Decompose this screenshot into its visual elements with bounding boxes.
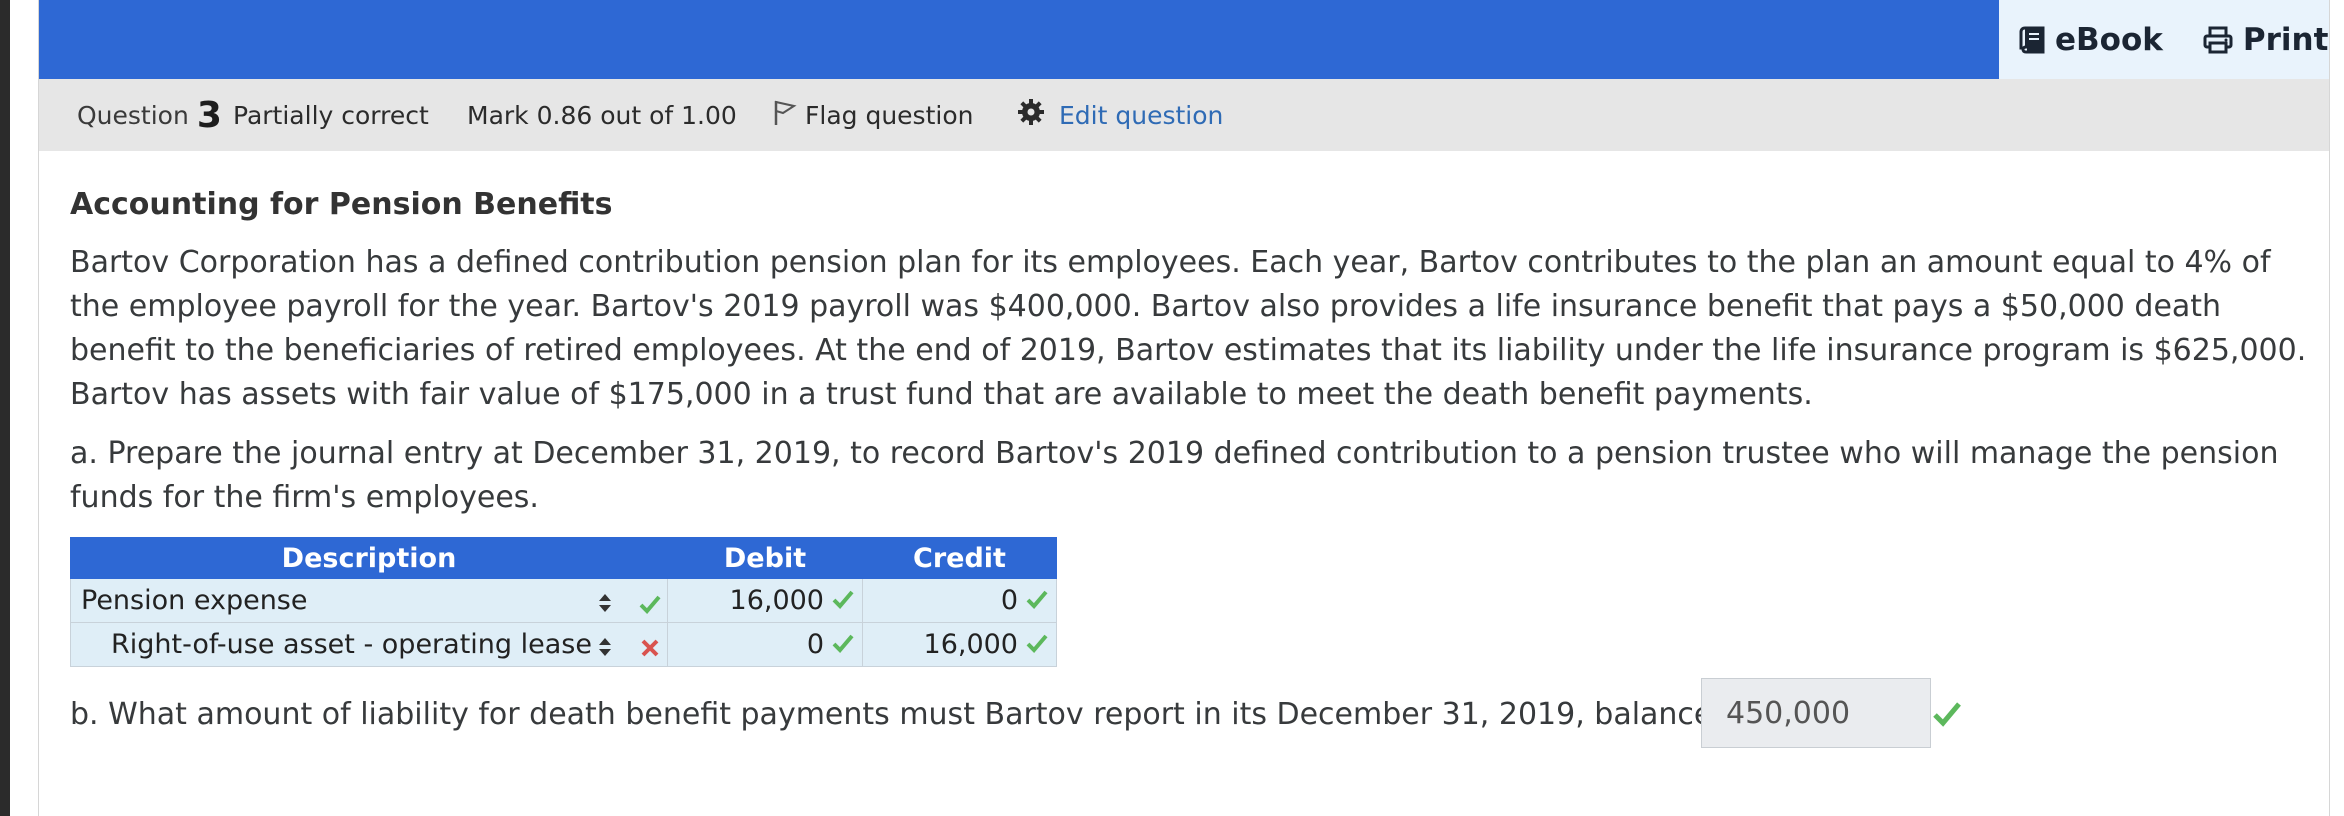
description-value: Right-of-use asset - operating lease	[111, 629, 592, 660]
part-b-text: b. What amount of liability for death be…	[70, 696, 1850, 732]
description-select[interactable]: Right-of-use asset - operating lease	[70, 622, 668, 667]
liability-answer-input[interactable]: 450,000	[1701, 678, 1931, 748]
book-icon	[2019, 26, 2045, 54]
debit-cell[interactable]: 16,000	[667, 578, 863, 623]
credit-value: 16,000	[923, 629, 1018, 660]
table-row: Pension expense 16,000 0	[70, 578, 1057, 623]
gear-icon	[1017, 98, 1045, 132]
resource-toolbar: eBook Print	[1999, 0, 2329, 79]
print-button[interactable]: Print	[2203, 21, 2329, 58]
check-icon	[1026, 585, 1048, 616]
edit-question-link[interactable]: Edit question	[1017, 79, 1223, 151]
column-header-debit: Debit	[667, 537, 863, 579]
flag-question-button[interactable]: Flag question	[773, 79, 973, 151]
flag-question-label: Flag question	[805, 100, 974, 130]
ebook-button[interactable]: eBook	[2019, 22, 2163, 58]
window-edge	[0, 0, 10, 816]
check-icon	[639, 590, 661, 621]
question-number: Question 3	[77, 79, 222, 151]
table-row: Right-of-use asset - operating lease 0 1…	[70, 622, 1057, 667]
question-info-bar: Question 3 Partially correct Mark 0.86 o…	[39, 79, 2329, 151]
question-status: Partially correct	[233, 100, 429, 130]
print-label: Print	[2242, 21, 2329, 58]
liability-answer-value: 450,000	[1726, 695, 1851, 731]
description-select[interactable]: Pension expense	[70, 578, 668, 623]
journal-entry-table: Description Debit Credit Pension expense…	[70, 537, 1057, 667]
question-title: Accounting for Pension Benefits	[70, 187, 613, 222]
description-value: Pension expense	[81, 585, 308, 616]
question-mark: Mark 0.86 out of 1.00	[467, 100, 737, 130]
top-banner	[39, 0, 1999, 79]
check-icon	[832, 585, 854, 616]
debit-value: 0	[806, 629, 824, 660]
flag-icon	[773, 98, 797, 132]
check-icon	[1026, 629, 1048, 660]
credit-cell[interactable]: 0	[862, 578, 1057, 623]
edit-question-label: Edit question	[1059, 100, 1224, 130]
column-header-credit: Credit	[862, 537, 1057, 579]
check-icon	[1932, 700, 1962, 732]
check-icon	[832, 629, 854, 660]
question-label: Question	[77, 100, 189, 130]
debit-value: 16,000	[729, 585, 824, 616]
select-arrows-icon	[597, 590, 613, 621]
question-number-value: 3	[196, 94, 222, 136]
question-paragraph: Bartov Corporation has a defined contrib…	[70, 245, 2307, 412]
column-header-description: Description	[70, 537, 668, 579]
ebook-label: eBook	[2055, 21, 2163, 58]
select-arrows-icon	[597, 634, 613, 665]
cross-icon	[639, 634, 661, 665]
table-header-row: Description Debit Credit	[70, 537, 1057, 579]
credit-value: 0	[1000, 585, 1018, 616]
frame-border-right	[2329, 0, 2330, 816]
credit-cell[interactable]: 16,000	[862, 622, 1057, 667]
part-a-text: a. Prepare the journal entry at December…	[70, 436, 2279, 515]
debit-cell[interactable]: 0	[667, 622, 863, 667]
printer-icon	[2203, 26, 2233, 54]
